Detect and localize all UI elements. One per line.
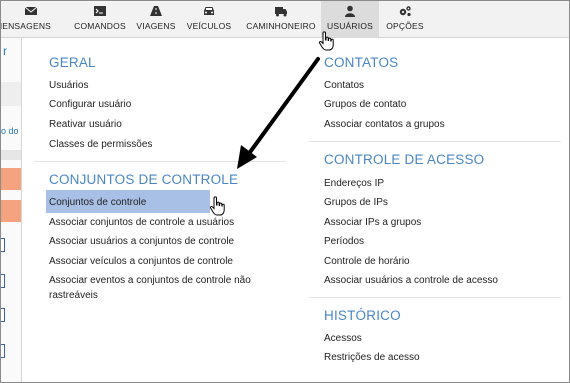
menu-item-associar-veiculos-a-conjuntos[interactable]: Associar veículos a conjuntos de control…: [49, 255, 233, 268]
background-highlight-row: [1, 200, 21, 222]
menu-item-associar-eventos-a-conjuntos-cont[interactable]: rastreáveis: [49, 289, 98, 302]
background-header-row: [1, 150, 21, 160]
user-icon: [345, 5, 355, 17]
nav-caminhoneiro[interactable]: CAMINHONEIRO: [243, 1, 319, 38]
terminal-icon: [94, 6, 106, 16]
background-checkbox: [1, 274, 5, 288]
section-divider: [34, 161, 286, 162]
section-divider: [309, 141, 561, 142]
background-page-strip: r o do: [1, 38, 21, 382]
menu-item-configurar-usuario[interactable]: Configurar usuário: [49, 98, 131, 111]
nav-mensagens[interactable]: MENSAGENS: [1, 1, 61, 38]
top-navigation: MENSAGENS COMANDOS VIAGENS VEÍCULOS CAMI…: [1, 1, 569, 38]
menu-item-periodos[interactable]: Períodos: [324, 235, 364, 248]
menu-item-associar-contatos-a-grupos[interactable]: Associar contatos a grupos: [324, 118, 445, 131]
menu-item-conjuntos-de-controle[interactable]: Conjuntos de controle: [49, 196, 146, 209]
section-title-controle-de-acesso: CONTROLE DE ACESSO: [324, 152, 485, 167]
menu-item-associar-usuarios-a-controle-de-acesso[interactable]: Associar usuários a controle de acesso: [324, 274, 498, 287]
nav-label: CAMINHONEIRO: [246, 21, 316, 31]
envelope-icon: [24, 6, 38, 15]
nav-label: VEÍCULOS: [186, 21, 232, 31]
nav-label: MENSAGENS: [0, 21, 52, 31]
background-link-text: o do: [1, 126, 19, 136]
background-checkbox: [1, 344, 5, 358]
section-title-historico: HISTÓRICO: [324, 308, 401, 323]
usuarios-dropdown-menu: GERAL Usuários Configurar usuário Reativ…: [21, 38, 569, 382]
menu-item-controle-de-horario[interactable]: Controle de horário: [324, 255, 410, 268]
nav-label: VIAGENS: [136, 21, 176, 31]
nav-label: OPÇÕES: [386, 21, 424, 31]
nav-label: COMANDOS: [74, 21, 126, 31]
background-caret: r: [3, 44, 7, 58]
menu-item-contatos[interactable]: Contatos: [324, 79, 364, 92]
menu-item-acessos[interactable]: Acessos: [324, 332, 362, 345]
menu-item-classes-de-permissoes[interactable]: Classes de permissões: [49, 138, 152, 151]
nav-label: USUÁRIOS: [327, 21, 373, 31]
menu-item-grupos-de-contato[interactable]: Grupos de contato: [324, 98, 406, 111]
nav-viagens[interactable]: VIAGENS: [131, 1, 181, 38]
menu-item-associar-eventos-a-conjuntos[interactable]: Associar eventos a conjuntos de controle…: [49, 274, 251, 287]
menu-item-restricoes-de-acesso[interactable]: Restrições de acesso: [324, 351, 420, 364]
background-checkbox: [1, 238, 5, 252]
truck-icon: [275, 7, 287, 17]
background-highlight-row: [1, 168, 21, 190]
menu-item-grupos-de-ips[interactable]: Grupos de IPs: [324, 196, 388, 209]
menu-item-usuarios[interactable]: Usuários: [49, 79, 88, 92]
nav-comandos[interactable]: COMANDOS: [67, 1, 133, 38]
menu-item-reativar-usuario[interactable]: Reativar usuário: [49, 118, 122, 131]
road-icon: [150, 6, 162, 16]
gears-icon: [399, 6, 411, 17]
menu-item-enderecos-ip[interactable]: Endereços IP: [324, 177, 384, 190]
nav-opcoes[interactable]: OPÇÕES: [381, 1, 429, 38]
background-toolbar: [1, 82, 21, 106]
section-title-conjuntos-de-controle: CONJUNTOS DE CONTROLE: [49, 172, 239, 187]
background-checkbox: [1, 308, 5, 322]
menu-item-associar-ips-a-grupos[interactable]: Associar IPs a grupos: [324, 216, 421, 229]
nav-veiculos[interactable]: VEÍCULOS: [183, 1, 235, 38]
section-title-geral: GERAL: [49, 55, 96, 70]
menu-item-associar-usuarios-a-conjuntos[interactable]: Associar usuários a conjuntos de control…: [49, 235, 234, 248]
app-frame: MENSAGENS COMANDOS VIAGENS VEÍCULOS CAMI…: [0, 0, 570, 383]
section-divider: [309, 297, 561, 298]
menu-item-associar-conjuntos-a-usuarios[interactable]: Associar conjuntos de controle a usuário…: [49, 216, 234, 229]
car-icon: [204, 7, 214, 15]
nav-usuarios[interactable]: USUÁRIOS: [321, 1, 379, 38]
section-title-contatos: CONTATOS: [324, 55, 399, 70]
